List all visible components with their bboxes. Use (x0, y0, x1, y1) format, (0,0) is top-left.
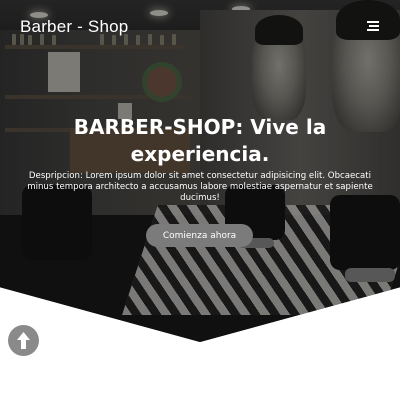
hero-headline: BARBER-SHOP: Vive la experiencia. (73, 115, 327, 166)
get-started-button[interactable]: Comienza ahora (146, 224, 253, 247)
hero-section: Barber - Shop BARBER-SHOP: Vive la exper… (0, 0, 400, 342)
hero-description: Despripcion: Lorem ipsum dolor sit amet … (27, 171, 373, 203)
brand-logo-text[interactable]: Barber - Shop (20, 17, 128, 37)
scroll-to-top-button[interactable] (8, 325, 39, 356)
hamburger-menu-icon[interactable] (363, 20, 379, 34)
arrow-up-icon (17, 332, 30, 349)
